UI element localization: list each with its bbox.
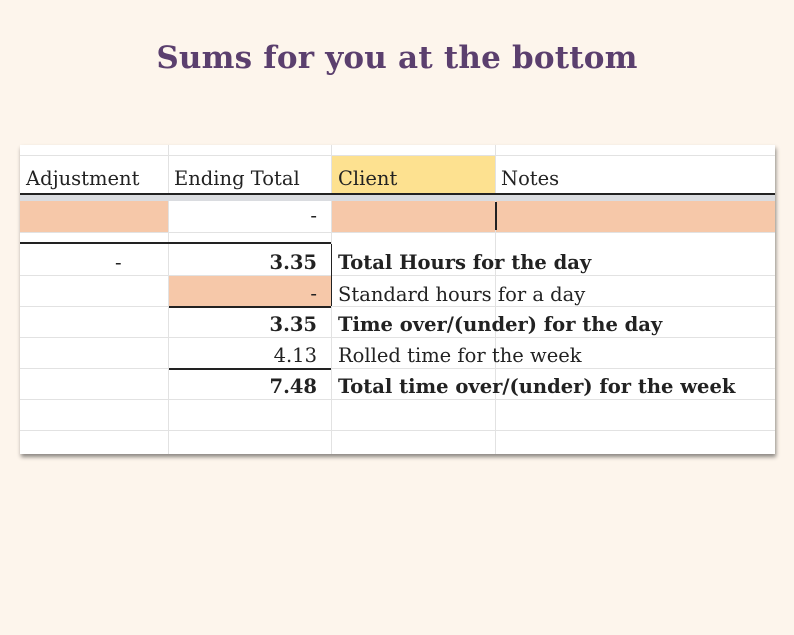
daily-over-under-value: 3.35 [269, 313, 318, 336]
total-hours-label: Total Hours for the day [338, 251, 592, 274]
section-border [331, 244, 332, 306]
frozen-band [20, 195, 775, 201]
column-header-notes[interactable]: Notes [501, 169, 559, 189]
subtotal-border [169, 306, 331, 308]
column-header-adjustment[interactable]: Adjustment [26, 169, 139, 189]
column-header-ending-total[interactable]: Ending Total [174, 169, 300, 189]
grid-line [20, 306, 775, 307]
rolled-time-label: Rolled time for the week [338, 344, 582, 367]
grid-line [20, 155, 775, 156]
grid-line [20, 368, 775, 369]
daily-over-under-label: Time over/(under) for the day [338, 313, 663, 336]
section-border [20, 242, 331, 244]
notes-entry-cell[interactable] [496, 201, 775, 232]
grid-line [20, 430, 775, 431]
grid-line [20, 337, 775, 338]
rolled-time-value: 4.13 [273, 344, 317, 367]
grid-line [20, 399, 775, 400]
grid-line [20, 275, 775, 276]
standard-hours-value: - [310, 282, 317, 305]
weekly-over-under-label: Total time over/(under) for the week [338, 375, 736, 398]
column-header-client[interactable]: Client [338, 169, 397, 189]
client-entry-cell[interactable] [332, 201, 495, 232]
cursor-line [495, 202, 497, 230]
page-title: Sums for you at the bottom [156, 40, 638, 76]
weekly-over-under-value: 7.48 [269, 375, 318, 398]
total-border [169, 368, 331, 370]
adjustment-entry-cell[interactable] [20, 201, 168, 232]
standard-hours-label: Standard hours for a day [338, 283, 586, 306]
grid-line [20, 232, 775, 233]
total-hours-value: 3.35 [269, 251, 318, 274]
spreadsheet: Adjustment Ending Total Client Notes - -… [20, 145, 775, 454]
ending-total-entry-value: - [310, 204, 317, 227]
